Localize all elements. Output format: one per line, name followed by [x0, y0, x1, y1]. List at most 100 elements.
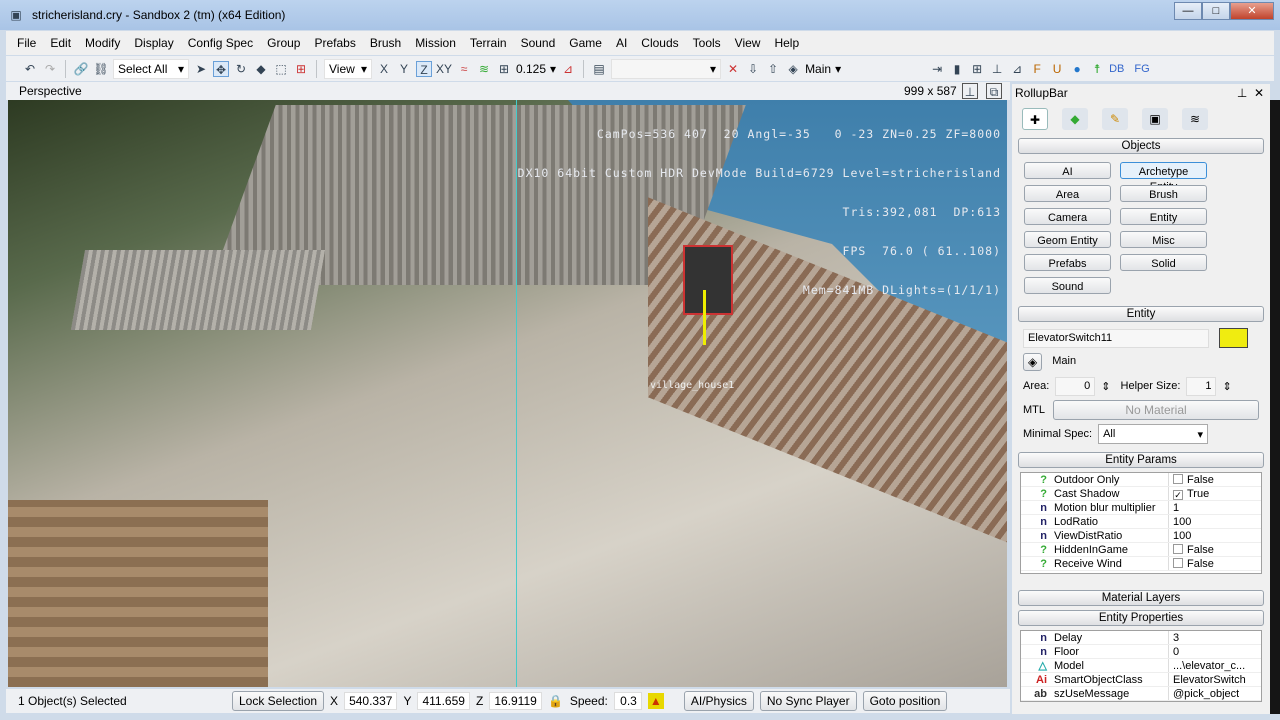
tab-layers[interactable]: ≋	[1182, 108, 1208, 130]
selected-entity[interactable]	[683, 245, 733, 315]
gizmo-z-axis[interactable]	[703, 290, 706, 345]
terrain-collision-icon[interactable]: ▲	[647, 693, 664, 709]
property-row[interactable]: △ Model ...\elevator_c...	[1021, 659, 1261, 673]
tab-terrain[interactable]: ◆	[1062, 108, 1088, 130]
db-button[interactable]: DB	[1109, 63, 1124, 75]
property-value[interactable]: 100	[1169, 529, 1191, 542]
globe-icon[interactable]: ●	[1069, 61, 1085, 77]
export-icon[interactable]: ⇩	[745, 61, 761, 77]
menu-config-spec[interactable]: Config Spec	[181, 36, 260, 50]
menu-edit[interactable]: Edit	[43, 36, 78, 50]
minimal-spec-dropdown[interactable]: All ▾	[1098, 424, 1209, 444]
undo-icon[interactable]: ↶	[22, 61, 38, 77]
terrain-icon[interactable]: ⊥	[989, 61, 1005, 77]
property-row[interactable]: n Delay 3	[1021, 631, 1261, 645]
object-button-prefabs[interactable]: Prefabs	[1024, 254, 1111, 271]
lock-icon[interactable]: 🔒	[548, 693, 564, 709]
property-value[interactable]: @pick_object	[1169, 687, 1239, 700]
tab-objects[interactable]: ✚	[1022, 108, 1048, 130]
remove-icon[interactable]: ✕	[725, 61, 741, 77]
material-button[interactable]: No Material	[1053, 400, 1259, 420]
property-row[interactable]: n ViewDistRatio 100	[1021, 529, 1261, 543]
property-row[interactable]: ? Receive Wind False	[1021, 557, 1261, 571]
flowgraph-icon[interactable]: F	[1029, 61, 1045, 77]
menu-ai[interactable]: AI	[609, 36, 634, 50]
checkbox[interactable]	[1173, 474, 1183, 484]
3d-viewport[interactable]: CamPos=536 407 20 Angl=-35 0 -23 ZN=0.25…	[8, 100, 1007, 687]
menu-clouds[interactable]: Clouds	[634, 36, 685, 50]
axis-y[interactable]: Y	[396, 61, 412, 77]
object-button-area[interactable]: Area	[1024, 185, 1111, 202]
tab-display[interactable]: ▣	[1142, 108, 1168, 130]
physics-icon[interactable]: ⊿	[1009, 61, 1025, 77]
object-button-brush[interactable]: Brush	[1120, 185, 1207, 202]
property-value[interactable]: False	[1169, 557, 1214, 570]
area-field[interactable]: 0	[1055, 376, 1096, 396]
layer-list-icon[interactable]: ▤	[591, 61, 607, 77]
select-icon[interactable]: ➤	[193, 61, 209, 77]
redo-icon[interactable]: ↷	[42, 61, 58, 77]
close-button[interactable]: ✕	[1230, 2, 1274, 20]
minimize-button[interactable]: —	[1174, 2, 1202, 20]
speed-field[interactable]: 0.3	[613, 692, 642, 710]
close-rollup-icon[interactable]: ✕	[1254, 86, 1264, 100]
lock-selection-button[interactable]: Lock Selection	[232, 691, 325, 711]
object-button-archetype-entity[interactable]: Archetype Entity	[1120, 162, 1207, 193]
align-icon[interactable]: ▮	[949, 61, 965, 77]
object-button-entity[interactable]: Entity	[1120, 208, 1207, 225]
pin-icon[interactable]: ⊥	[1237, 86, 1247, 100]
object-snap-icon[interactable]: ≋	[476, 61, 492, 77]
character-icon[interactable]: ☨	[1089, 61, 1105, 77]
object-button-camera[interactable]: Camera	[1024, 208, 1111, 225]
material-layers-header[interactable]: Material Layers	[1018, 590, 1264, 606]
ui-icon[interactable]: U	[1049, 61, 1065, 77]
rotate-icon[interactable]: ↻	[233, 61, 249, 77]
menu-brush[interactable]: Brush	[363, 36, 408, 50]
menu-help[interactable]: Help	[767, 36, 806, 50]
property-value[interactable]: 100	[1169, 515, 1191, 528]
maximize-button[interactable]: □	[1202, 2, 1230, 20]
selection-dropdown[interactable]: Select All ▾	[113, 58, 189, 79]
property-value[interactable]: False	[1169, 543, 1214, 556]
menu-display[interactable]: Display	[127, 36, 180, 50]
link-icon[interactable]: 🔗	[73, 61, 89, 77]
objects-header[interactable]: Objects	[1018, 138, 1264, 154]
property-value[interactable]: ElevatorSwitch	[1169, 673, 1246, 686]
menu-file[interactable]: File	[10, 36, 43, 50]
grid-size[interactable]: 0.125	[516, 62, 546, 76]
menu-tools[interactable]: Tools	[686, 36, 728, 50]
property-row[interactable]: ? Outdoor Only False	[1021, 473, 1261, 487]
terrain-snap-icon[interactable]: ≈	[456, 61, 472, 77]
menu-group[interactable]: Group	[260, 36, 307, 50]
sync-player-button[interactable]: No Sync Player	[759, 691, 857, 711]
property-value[interactable]: ✓ True	[1169, 487, 1209, 500]
grid-icon[interactable]: ⊞	[496, 61, 512, 77]
unlink-icon[interactable]: ⛓	[93, 61, 109, 77]
property-value[interactable]: 1	[1169, 501, 1179, 514]
menu-mission[interactable]: Mission	[408, 36, 463, 50]
x-field[interactable]: 540.337	[344, 692, 398, 710]
helper-size-field[interactable]: 1	[1186, 376, 1217, 396]
checkbox[interactable]	[1173, 558, 1183, 568]
viewport-name[interactable]: Perspective	[19, 84, 82, 98]
object-button-misc[interactable]: Misc	[1120, 231, 1207, 248]
axis-gizmo-icon[interactable]: ⊥	[962, 83, 978, 99]
property-row[interactable]: ? HiddenInGame False	[1021, 543, 1261, 557]
fg-button[interactable]: FG	[1134, 63, 1149, 75]
move-icon[interactable]: ✥	[213, 60, 229, 77]
checkbox[interactable]	[1173, 544, 1183, 554]
menu-game[interactable]: Game	[562, 36, 609, 50]
snap-icon[interactable]: ⊞	[293, 61, 309, 77]
import-icon[interactable]: ⇧	[765, 61, 781, 77]
menu-terrain[interactable]: Terrain	[463, 36, 514, 50]
property-value[interactable]: 3	[1169, 631, 1179, 644]
z-field[interactable]: 16.9119	[489, 692, 542, 710]
entity-color-swatch[interactable]	[1219, 328, 1248, 348]
select-terrain-icon[interactable]: ⬚	[273, 61, 289, 77]
property-value[interactable]: 0	[1169, 645, 1179, 658]
scale-icon[interactable]: ◆	[253, 61, 269, 77]
angle-snap-icon[interactable]: ⊿	[560, 61, 576, 77]
entity-properties-header[interactable]: Entity Properties	[1018, 610, 1264, 626]
property-row[interactable]: n Motion blur multiplier 1	[1021, 501, 1261, 515]
menu-view[interactable]: View	[728, 36, 768, 50]
